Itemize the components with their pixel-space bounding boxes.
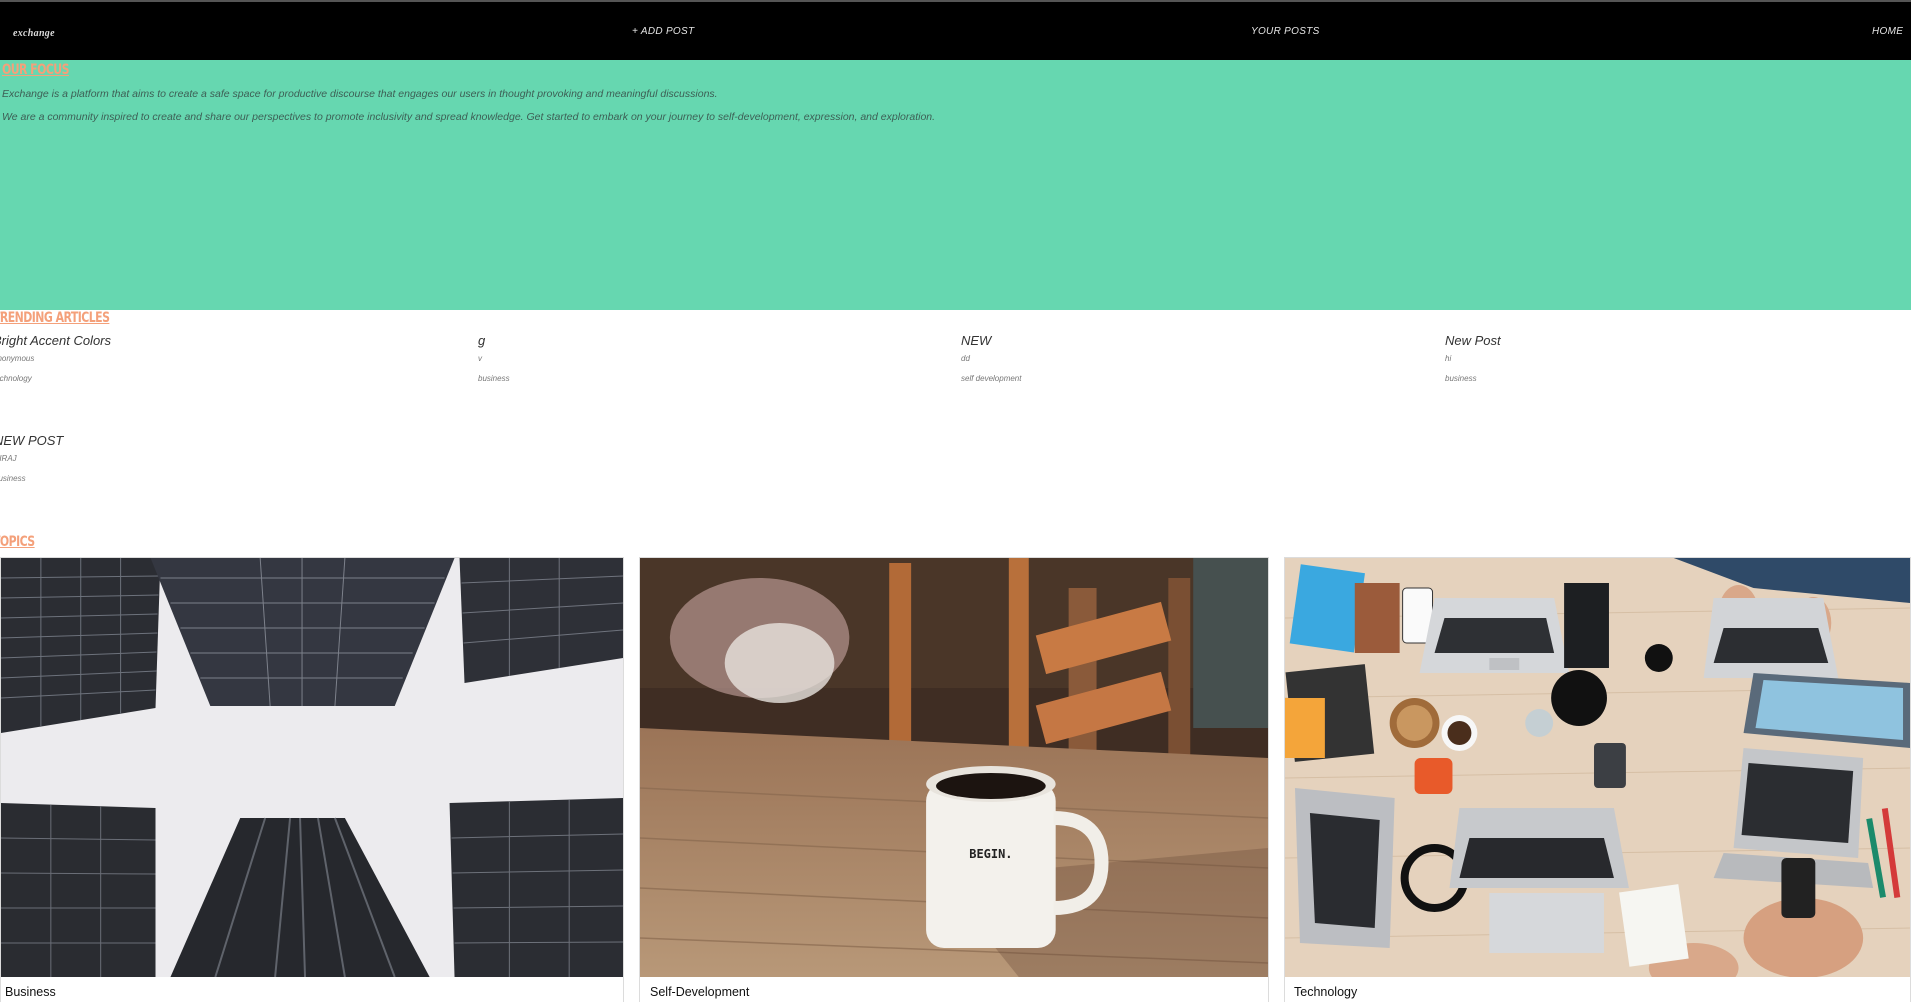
topic-label[interactable]: Self-Development: [650, 985, 749, 999]
article-author: hi: [1445, 354, 1452, 363]
mug-text: BEGIN.: [969, 847, 1012, 861]
article-author: v: [478, 354, 482, 363]
home-link[interactable]: HOME: [1872, 26, 1903, 37]
add-post-link[interactable]: + ADD POST: [632, 26, 694, 37]
coffee-mug-image: BEGIN.: [640, 558, 1268, 977]
skyscrapers-image: [1, 558, 623, 977]
article-author: SIRAJ: [0, 454, 17, 463]
focus-paragraph-1: Exchange is a platform that aims to crea…: [2, 88, 718, 100]
article-title[interactable]: Bright Accent Colors: [0, 333, 111, 348]
brand-logo[interactable]: exchange: [13, 28, 55, 39]
article-author: anonymous: [0, 354, 35, 363]
topic-label[interactable]: Technology: [1294, 985, 1357, 999]
article-topic: technology: [0, 374, 32, 383]
topic-card-technology[interactable]: Technology: [1284, 557, 1911, 1002]
topic-card-self-development[interactable]: BEGIN. Self-Development: [639, 557, 1269, 1002]
topics-heading: TOPICS: [0, 534, 35, 550]
navbar: exchange + ADD POST YOUR POSTS HOME: [0, 2, 1911, 60]
laptops-desk-image: [1285, 558, 1910, 977]
trending-heading: TRENDING ARTICLES: [0, 310, 110, 326]
topic-label[interactable]: Business: [5, 985, 56, 999]
article-topic: business: [0, 474, 26, 483]
article-title[interactable]: g: [478, 333, 485, 348]
article-title[interactable]: New Post: [1445, 333, 1501, 348]
article-title[interactable]: NEW POST: [0, 433, 63, 448]
focus-section: OUR FOCUS Exchange is a platform that ai…: [0, 60, 1911, 310]
article-topic: business: [478, 374, 510, 383]
topic-card-business[interactable]: Business: [0, 557, 624, 1002]
article-author: dd: [961, 354, 970, 363]
article-topic: business: [1445, 374, 1477, 383]
your-posts-link[interactable]: YOUR POSTS: [1251, 26, 1320, 37]
article-topic: self development: [961, 374, 1022, 383]
focus-heading: OUR FOCUS: [2, 62, 69, 78]
focus-paragraph-2: We are a community inspired to create an…: [2, 111, 936, 123]
article-title[interactable]: NEW: [961, 333, 991, 348]
